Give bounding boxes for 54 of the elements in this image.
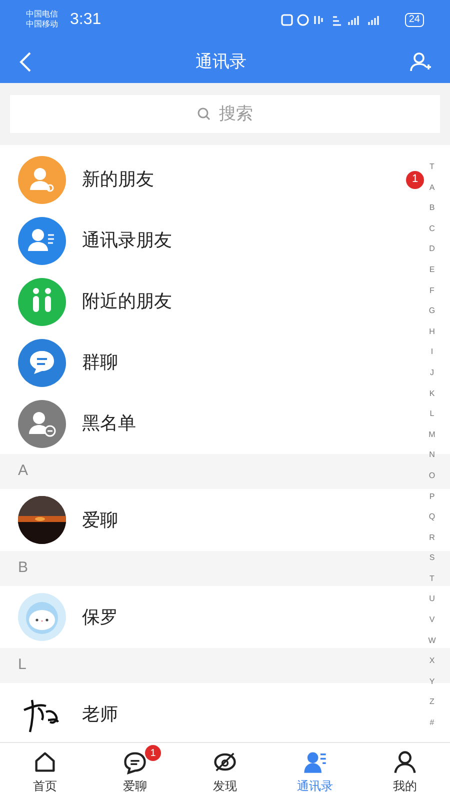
index-letter[interactable]: H bbox=[429, 322, 435, 342]
index-letter[interactable]: R bbox=[429, 528, 435, 548]
index-letter[interactable]: M bbox=[428, 424, 436, 446]
carrier-text: 中国电信 bbox=[26, 11, 58, 19]
clock-text: 3:31 bbox=[70, 10, 102, 30]
index-letter[interactable]: W bbox=[428, 630, 436, 652]
add-contact-icon[interactable] bbox=[410, 52, 432, 72]
search-field[interactable]: 搜索 bbox=[10, 95, 440, 133]
index-letter[interactable]: A bbox=[429, 178, 435, 198]
search-placeholder: 搜索 bbox=[219, 103, 253, 126]
index-letter[interactable]: J bbox=[430, 362, 434, 384]
index-letter[interactable]: Z bbox=[430, 692, 434, 714]
index-letter[interactable]: X bbox=[429, 651, 435, 672]
nav-tab[interactable]: 通讯录 bbox=[270, 743, 360, 800]
section-letter: A bbox=[18, 461, 28, 482]
contact-circle-icon bbox=[18, 216, 66, 264]
section-letter: B bbox=[18, 558, 28, 578]
notification-badge: 1 bbox=[406, 170, 424, 188]
search-icon bbox=[197, 107, 211, 121]
nav-tab[interactable]: 我的 bbox=[360, 743, 450, 800]
index-letter[interactable]: S bbox=[429, 548, 435, 569]
battery-text: 24 bbox=[408, 15, 420, 25]
index-letter[interactable]: T bbox=[430, 568, 434, 590]
section-letter: L bbox=[18, 655, 26, 676]
nav-tab[interactable]: 发现 bbox=[180, 743, 270, 800]
index-letter[interactable]: T bbox=[430, 157, 434, 178]
contact-circle-icon bbox=[18, 338, 66, 386]
index-letter[interactable]: D bbox=[429, 239, 435, 260]
index-letter[interactable]: N bbox=[429, 445, 435, 466]
index-letter[interactable]: U bbox=[429, 589, 435, 610]
index-letter[interactable]: F bbox=[430, 280, 434, 302]
index-letter[interactable]: # bbox=[430, 713, 434, 734]
index-letter[interactable]: I bbox=[430, 342, 434, 363]
index-letter[interactable]: E bbox=[429, 260, 435, 281]
back-icon[interactable] bbox=[18, 50, 32, 72]
index-letter[interactable]: Q bbox=[428, 507, 436, 528]
contact-circle-icon bbox=[18, 400, 66, 448]
contact-circle-icon bbox=[18, 156, 66, 204]
index-letter[interactable]: G bbox=[428, 301, 436, 322]
index-letter[interactable]: C bbox=[429, 218, 435, 240]
person-icon bbox=[392, 748, 418, 774]
index-letter[interactable]: V bbox=[429, 610, 435, 631]
index-letter[interactable]: Y bbox=[429, 672, 435, 692]
nav-tab[interactable]: 首页 bbox=[0, 743, 90, 800]
index-letter[interactable]: P bbox=[429, 486, 435, 508]
index-letter[interactable]: O bbox=[428, 466, 436, 486]
nav-tab[interactable]: 爱聊 1 bbox=[90, 743, 180, 800]
carrier-text: 中国移动 bbox=[26, 21, 58, 29]
contact-circle-icon bbox=[18, 278, 66, 326]
index-letter[interactable]: K bbox=[429, 384, 435, 404]
index-letter[interactable]: L bbox=[430, 404, 434, 425]
notification-badge: 1 bbox=[145, 745, 161, 761]
page-title: 通讯录 bbox=[196, 50, 246, 73]
index-letter[interactable]: B bbox=[429, 198, 435, 219]
